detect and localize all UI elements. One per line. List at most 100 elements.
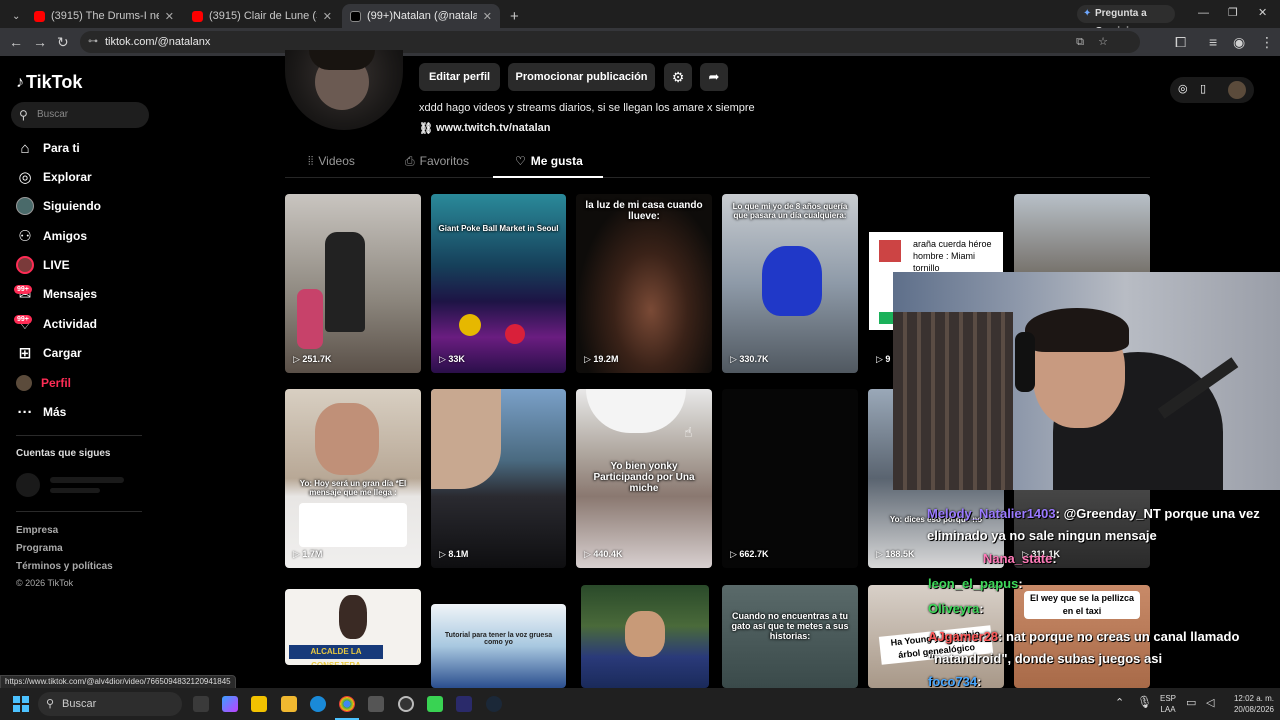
windows-start-icon[interactable] [13, 696, 29, 712]
video-thumbnail[interactable]: ▷ 251.7K [285, 194, 421, 373]
video-thumbnail[interactable]: Cuando no encuentras a tu gato así que t… [722, 585, 858, 688]
close-window-icon[interactable]: ✕ [1258, 0, 1267, 27]
profile-bio: xddd hago videos y streams diarios, si s… [419, 102, 755, 114]
profile-avatar[interactable] [285, 50, 403, 130]
mini-avatar[interactable] [1228, 81, 1246, 99]
file-explorer-icon[interactable] [281, 696, 297, 712]
tab-me-gusta[interactable]: ♡ Me gusta [515, 154, 583, 168]
new-tab-button[interactable]: + [502, 4, 524, 28]
browser-tab-youtube-1[interactable]: (3915) The Drums-I need a Do... ✕ [26, 4, 182, 28]
promote-post-button[interactable]: Promocionar publicación [508, 63, 655, 91]
clock[interactable]: 12:02 a. m. 20/08/2026 [1222, 693, 1274, 715]
footer-link-empresa[interactable]: Empresa [16, 525, 58, 536]
steam-icon[interactable] [486, 696, 502, 712]
close-icon[interactable]: ✕ [483, 10, 492, 23]
footer-link-programa[interactable]: Programa [16, 543, 63, 554]
chevron-down-icon: ⌄ [12, 10, 21, 22]
compass-icon[interactable]: ◎ [1178, 82, 1188, 95]
microphone-icon[interactable]: 🎙 [1137, 695, 1152, 709]
headphones [1015, 332, 1035, 392]
skeleton-avatar [16, 473, 40, 497]
search-input[interactable]: ⚲ Buscar [11, 102, 149, 128]
tab-search-menu[interactable]: ⌄ [4, 4, 26, 28]
kick-icon[interactable] [427, 696, 443, 712]
tab-favoritos[interactable]: ⎙ Favoritos [405, 154, 469, 169]
nav-siguiendo[interactable]: Siguiendo [16, 196, 101, 216]
video-thumbnail[interactable]: Lo que mi yo de 8 años quería que pasara… [722, 194, 858, 373]
gemini-button[interactable]: ✦ Pregunta a Gemini [1077, 5, 1175, 37]
video-thumbnail[interactable]: Yo: Hoy será un gran día *El mensaje que… [285, 389, 421, 568]
video-thumbnail[interactable]: ALCALDE LA CONSEJERA [285, 589, 421, 665]
reading-list-icon[interactable]: ≡ [1209, 28, 1217, 56]
tiktok-note-icon: ♪ [16, 73, 24, 91]
nav-explorar[interactable]: ◎ Explorar [16, 167, 91, 187]
taskbar-search[interactable]: ⚲ Buscar [38, 692, 182, 716]
minimize-icon[interactable]: — [1198, 0, 1209, 27]
video-thumbnail[interactable]: Yo bien yonky Participando por Una miche… [576, 389, 712, 568]
profile-link[interactable]: ⛓ www.twitch.tv/natalan [419, 122, 550, 135]
ball [505, 324, 525, 344]
floating-controls: ◎ ▯ [1170, 77, 1254, 103]
edit-profile-button[interactable]: Editar perfil [419, 63, 500, 91]
back-icon[interactable]: ← [9, 28, 23, 56]
copyright: © 2026 TikTok [16, 578, 74, 588]
search-icon: ⚲ [19, 108, 28, 122]
nav-perfil[interactable]: Perfil [16, 373, 71, 393]
tiktok-logo[interactable]: ♪ TikTok [16, 72, 82, 93]
settings-gear-icon[interactable]: ⚙ [664, 63, 692, 91]
video-thumbnail[interactable]: ▷ 8.1M [431, 389, 566, 568]
device-icon[interactable]: ▯ [1200, 82, 1206, 95]
profile-avatar-icon[interactable]: ◉ [1233, 28, 1245, 56]
video-thumbnail[interactable] [581, 585, 709, 688]
task-view-icon[interactable] [193, 696, 209, 712]
nav-live[interactable]: LIVE [16, 255, 70, 275]
nav-amigos[interactable]: ⚇ Amigos [16, 226, 87, 246]
video-thumbnail[interactable]: Giant Poke Ball Market in Seoul ▷ 33K [431, 194, 566, 373]
kebab-menu-icon[interactable]: ⋮ [1260, 28, 1274, 56]
status-url: https://www.tiktok.com/@alv4dior/video/7… [0, 675, 236, 689]
live-avatar-icon [16, 256, 34, 274]
activity-badge: 99+ [14, 315, 32, 324]
reload-icon[interactable]: ↻ [57, 28, 69, 56]
address-bar[interactable]: ⊶ tiktok.com/@natalanx ⧉ ☆ [80, 31, 1140, 53]
language-indicator[interactable]: ESP LAA [1160, 693, 1176, 715]
chrome-icon[interactable] [339, 696, 355, 712]
chat-message: Oliveyra: [928, 601, 984, 616]
close-icon[interactable]: ✕ [165, 10, 174, 23]
windows-taskbar: ⚲ Buscar ⌃ 🎙 ESP LAA ▭ ◁ 12:02 a. m. 20/08… [0, 688, 1280, 720]
tab-videos[interactable]: ⦙⦙ Videos [308, 154, 355, 169]
video-thumbnail[interactable]: Tutorial para tener la voz gruesa como y… [431, 604, 566, 688]
chevron-up-icon[interactable]: ⌃ [1115, 696, 1124, 709]
forward-icon[interactable]: → [33, 28, 47, 56]
close-icon[interactable]: ✕ [323, 10, 332, 23]
maximize-icon[interactable]: ❐ [1228, 0, 1238, 27]
terminal-icon[interactable] [368, 696, 384, 712]
volume-icon[interactable]: ◁ [1206, 696, 1214, 709]
translate-icon[interactable]: ⧉ [1076, 31, 1084, 53]
chat-screenshot [299, 503, 407, 547]
share-arrow-icon[interactable]: ➦ [700, 63, 728, 91]
nav-cargar[interactable]: ⊞ Cargar [16, 343, 82, 363]
store-icon[interactable] [251, 696, 267, 712]
video-thumbnail[interactable]: ▷ 662.7K [722, 389, 858, 568]
video-thumbnail[interactable]: la luz de mi casa cuando llueve: ▷ 19.2M [576, 194, 712, 373]
nav-mas[interactable]: ··· Más [16, 402, 67, 422]
site-info-icon[interactable]: ⊶ [88, 31, 98, 53]
browser-tab-youtube-2[interactable]: (3915) Clair de Lune (Studio Ve... ✕ [184, 4, 340, 28]
chat-username: Melody_Natalier1403 [927, 506, 1056, 521]
obs-icon[interactable] [398, 696, 414, 712]
ball [459, 314, 481, 336]
footer-link-terminos[interactable]: Términos y políticas [16, 561, 113, 572]
nav-para-ti[interactable]: ⌂ Para ti [16, 138, 79, 158]
hand-cursor-icon: ☝ [684, 424, 693, 440]
bookmark-star-icon[interactable]: ☆ [1098, 31, 1108, 53]
extensions-icon[interactable]: ⧠ [1175, 28, 1186, 56]
following-section-title: Cuentas que sigues [16, 448, 111, 459]
tabs-divider [285, 177, 1150, 178]
edge-icon[interactable] [310, 696, 326, 712]
copilot-icon[interactable] [222, 696, 238, 712]
figure [325, 232, 365, 332]
network-icon[interactable]: ▭ [1186, 696, 1196, 709]
browser-tab-tiktok[interactable]: (99+)Natalan (@natalanx) | TikT... ✕ [342, 4, 500, 28]
app-icon[interactable] [456, 696, 472, 712]
